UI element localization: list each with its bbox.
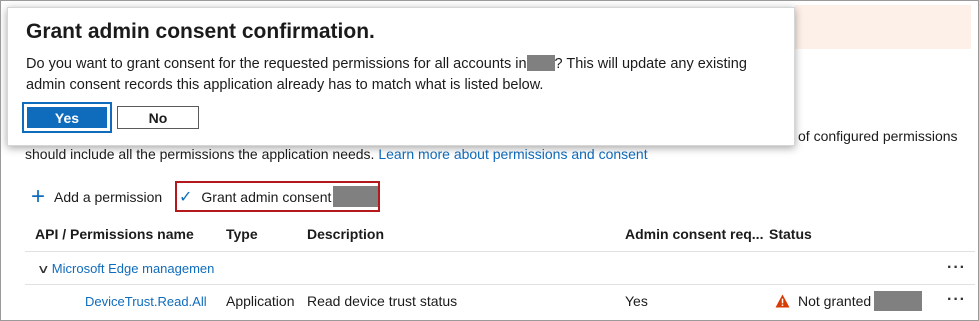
warning-icon xyxy=(775,294,790,308)
more-icon[interactable]: ··· xyxy=(947,291,966,309)
add-permission-label: Add a permission xyxy=(54,189,163,205)
yes-button[interactable]: Yes xyxy=(22,102,112,133)
app-page: of configured permissions should include… xyxy=(0,0,979,321)
table-row: DeviceTrust.Read.All xyxy=(85,293,207,309)
learn-more-link[interactable]: Learn more about permissions and consent xyxy=(378,146,647,162)
column-header-status[interactable]: Status xyxy=(769,226,812,242)
row-divider xyxy=(25,284,975,285)
notification-banner xyxy=(795,5,971,49)
column-header-api-name[interactable]: API / Permissions name xyxy=(35,226,194,242)
api-group-row[interactable]: ∨ Microsoft Edge managemen xyxy=(36,261,215,276)
redacted-tenant-name xyxy=(333,186,378,207)
redacted-tenant-name xyxy=(874,291,923,311)
checkmark-icon: ✓ xyxy=(179,188,193,206)
grant-admin-consent-label: Grant admin consent xyxy=(201,188,332,205)
plus-icon: + xyxy=(31,183,46,210)
column-header-admin-consent[interactable]: Admin consent req... xyxy=(625,226,763,242)
grant-admin-consent-button[interactable]: ✓ Grant admin consent xyxy=(175,181,380,212)
chevron-down-icon: ∨ xyxy=(36,261,50,276)
api-group-name: Microsoft Edge managemen xyxy=(51,261,215,276)
add-permission-button[interactable]: + Add a permission xyxy=(31,183,163,210)
dialog-title: Grant admin consent confirmation. xyxy=(26,20,375,43)
redacted-tenant-name xyxy=(526,55,555,71)
more-icon[interactable]: ··· xyxy=(947,259,966,277)
permission-name-link[interactable]: DeviceTrust.Read.All xyxy=(85,294,207,309)
header-divider xyxy=(25,251,975,252)
status-label: Not granted xyxy=(798,293,872,309)
permission-description: Read device trust status xyxy=(307,293,458,309)
column-header-type[interactable]: Type xyxy=(226,226,258,242)
no-button[interactable]: No xyxy=(117,106,199,129)
column-header-description[interactable]: Description xyxy=(307,226,384,242)
admin-consent-required: Yes xyxy=(625,293,648,309)
dialog-message-start: Do you want to grant consent for the req… xyxy=(26,56,527,72)
permission-type: Application xyxy=(226,293,295,309)
permissions-description: should include all the permissions the a… xyxy=(25,146,375,162)
permissions-intro-text-end: of configured permissions xyxy=(798,128,958,144)
status-cell: Not granted xyxy=(775,291,923,311)
permissions-intro-text: should include all the permissions the a… xyxy=(25,146,648,162)
dialog-message: Do you want to grant consent for the req… xyxy=(26,54,776,96)
grant-consent-dialog: Grant admin consent confirmation. Do you… xyxy=(7,7,795,146)
